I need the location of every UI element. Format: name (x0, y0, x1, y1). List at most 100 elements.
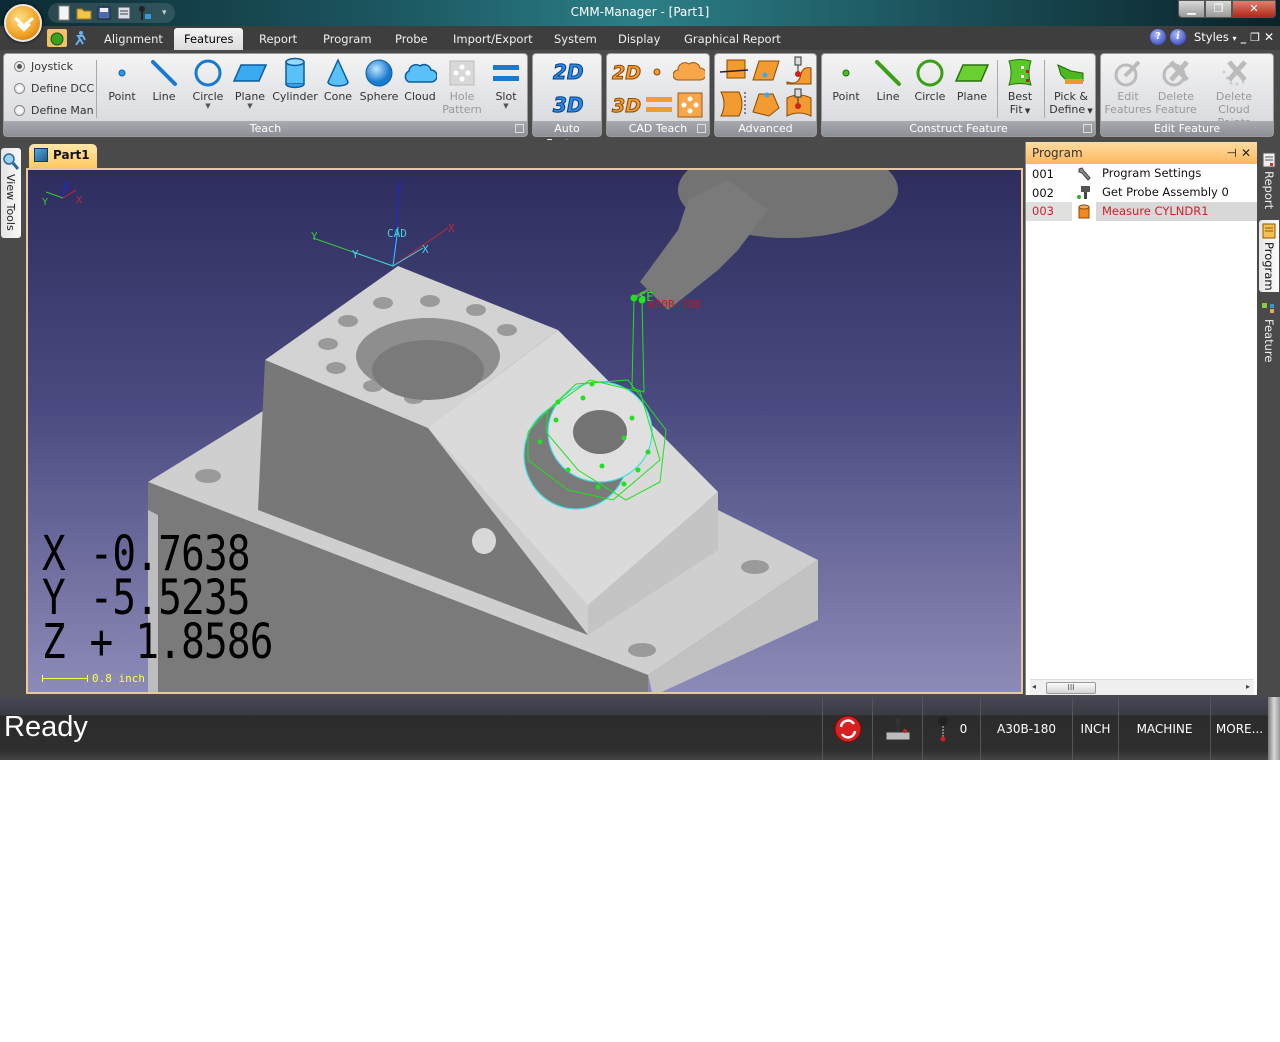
construct-dialog-launcher[interactable] (1083, 124, 1092, 133)
tab-system[interactable]: System (544, 28, 607, 50)
open-folder-icon[interactable] (76, 5, 92, 21)
probe-name-button[interactable]: A30B-180 (980, 697, 1072, 760)
restore-button[interactable]: ❐ (1205, 0, 1232, 18)
teach-circle-button[interactable]: Circle ▼ (188, 56, 228, 110)
cad-point-button[interactable] (651, 66, 663, 81)
construct-feature-group-label: Construct Feature (822, 121, 1095, 136)
cad-2d-button[interactable]: 2D (611, 58, 643, 87)
delete-feature-button[interactable]: Delete Feature (1153, 56, 1199, 116)
teach-plane-button[interactable]: Plane ▼ (230, 56, 270, 110)
apple-icon[interactable] (47, 29, 67, 47)
cylinder-label: Cylinder (272, 90, 318, 103)
scale-bar-label: 0.8 inch (92, 672, 145, 685)
program-row-selected[interactable]: 003 Measure CYLNDR1 (1026, 202, 1257, 221)
program-panel-title: Program (1032, 146, 1083, 160)
application-menu-button[interactable] (4, 4, 42, 42)
construct-point-button[interactable]: Point (828, 56, 864, 103)
scroll-right-icon[interactable]: ▸ (1246, 682, 1250, 691)
runner-icon[interactable] (70, 29, 90, 47)
define-man-radio[interactable]: Define Man (14, 104, 94, 117)
tab-features[interactable]: Features (174, 28, 244, 50)
construct-point-label: Point (832, 90, 860, 103)
tab-alignment[interactable]: Alignment (94, 28, 173, 50)
new-icon[interactable] (56, 5, 72, 21)
construct-plane-button[interactable]: Plane (952, 56, 992, 103)
close-button[interactable]: ✕ (1232, 0, 1276, 18)
teach-hole-pattern-button[interactable]: Hole Pattern (440, 56, 484, 116)
construct-circle-button[interactable]: Circle (910, 56, 950, 103)
teach-dialog-launcher[interactable] (515, 124, 524, 133)
pin-icon[interactable]: ⊣ (1227, 142, 1237, 164)
advanced-section-button[interactable] (719, 58, 749, 87)
report-dock-tab[interactable]: Report (1259, 152, 1279, 220)
tab-report[interactable]: Report (249, 28, 307, 50)
advanced-surface-scan-button[interactable] (785, 88, 813, 121)
probe-key-icon[interactable] (136, 5, 152, 21)
teach-sphere-button[interactable]: Sphere (358, 56, 400, 103)
teach-cone-button[interactable]: Cone (320, 56, 356, 103)
teach-cylinder-button[interactable]: Cylinder (270, 56, 320, 103)
cad-cloud-button[interactable] (672, 58, 707, 87)
pick-define-button[interactable]: Pick & Define ▼ (1048, 56, 1094, 118)
save-icon[interactable] (96, 5, 112, 21)
document-tab-part1[interactable]: Part1 (29, 144, 97, 168)
mdi-minimize-button[interactable]: _ (1241, 31, 1247, 44)
circle-icon (194, 59, 222, 87)
customize-quick-access-icon[interactable]: ▾ (162, 8, 167, 18)
define-dcc-radio[interactable]: Define DCC (14, 82, 94, 95)
joystick-radio[interactable]: Joystick (14, 60, 73, 73)
view-tools-tab[interactable]: View Tools (1, 148, 21, 238)
define-man-label: Define Man (31, 104, 94, 117)
teach-slot-button[interactable]: Slot ▼ (488, 56, 524, 110)
minimize-button[interactable]: ▁ (1178, 0, 1205, 18)
scroll-left-icon[interactable]: ◂ (1032, 682, 1036, 691)
more-button[interactable]: MORE... (1210, 697, 1268, 760)
mdi-restore-button[interactable]: ❐ (1250, 31, 1260, 44)
auto-3d-button[interactable]: 3D (551, 90, 585, 121)
info-icon[interactable]: i (1170, 29, 1186, 45)
print-preview-icon[interactable] (116, 5, 132, 21)
cad-hole-pattern-button[interactable] (677, 92, 703, 121)
cad-slot-button[interactable] (645, 94, 673, 119)
advanced-curve-button[interactable] (719, 90, 749, 121)
emergency-stop-button[interactable] (822, 697, 872, 760)
tab-display[interactable]: Display (608, 28, 670, 50)
digital-readout: X -0.7638 Y -5.5235 Z + 1.8586 (42, 530, 273, 666)
program-row[interactable]: 001 Program Settings (1026, 164, 1257, 183)
scroll-thumb[interactable]: III (1046, 682, 1096, 694)
tab-import-export[interactable]: Import/Export (443, 28, 543, 50)
cad-3d-button[interactable]: 3D (611, 90, 643, 121)
coordinate-system-button[interactable]: MACHINE (1118, 697, 1210, 760)
mdi-close-button[interactable]: ✕ (1264, 30, 1274, 44)
advanced-scan-button[interactable] (785, 56, 813, 89)
program-horizontal-scrollbar[interactable]: ◂ III ▸ (1030, 679, 1254, 695)
teach-line-button[interactable]: Line (146, 56, 182, 103)
construct-line-button[interactable]: Line (870, 56, 906, 103)
help-icon[interactable]: ? (1150, 29, 1166, 45)
tab-probe[interactable]: Probe (385, 28, 438, 50)
joystick-status-button[interactable] (872, 697, 922, 760)
teach-cloud-button[interactable]: Cloud (402, 56, 438, 103)
close-icon[interactable]: ✕ (1241, 142, 1251, 164)
delete-cloud-points-button[interactable]: Delete CloudPoints (1199, 56, 1269, 129)
3d-viewport[interactable]: SE A30B-180 Z X Y CAD X Y Z X Y X -0.763… (26, 168, 1023, 694)
cad-teach-dialog-launcher[interactable] (697, 124, 706, 133)
program-dock-tab[interactable]: Program (1259, 220, 1279, 292)
advanced-edge-point-button[interactable] (751, 90, 781, 121)
tab-program[interactable]: Program (313, 28, 382, 50)
teach-point-button[interactable]: Point (104, 56, 140, 103)
advanced-surface-point-button[interactable] (751, 58, 781, 87)
probe-status-button[interactable]: 0 (922, 697, 980, 760)
feature-dock-tab[interactable]: Feature (1259, 300, 1279, 370)
best-fit-button[interactable]: Best Fit ▼ (1002, 56, 1038, 118)
styles-dropdown[interactable]: Styles ▾ (1194, 30, 1237, 44)
edit-features-button[interactable]: Edit Features (1103, 56, 1153, 116)
corner-z-label: Z (64, 181, 70, 192)
cone-icon (327, 58, 349, 87)
auto-2d-button[interactable]: 2D (551, 58, 585, 87)
tab-graphical-report[interactable]: Graphical Report (674, 28, 791, 50)
units-button[interactable]: INCH (1072, 697, 1118, 760)
program-row[interactable]: 002 Get Probe Assembly 0 (1026, 183, 1257, 202)
point-icon (118, 69, 126, 77)
hole-label-1: Hole (449, 90, 475, 103)
